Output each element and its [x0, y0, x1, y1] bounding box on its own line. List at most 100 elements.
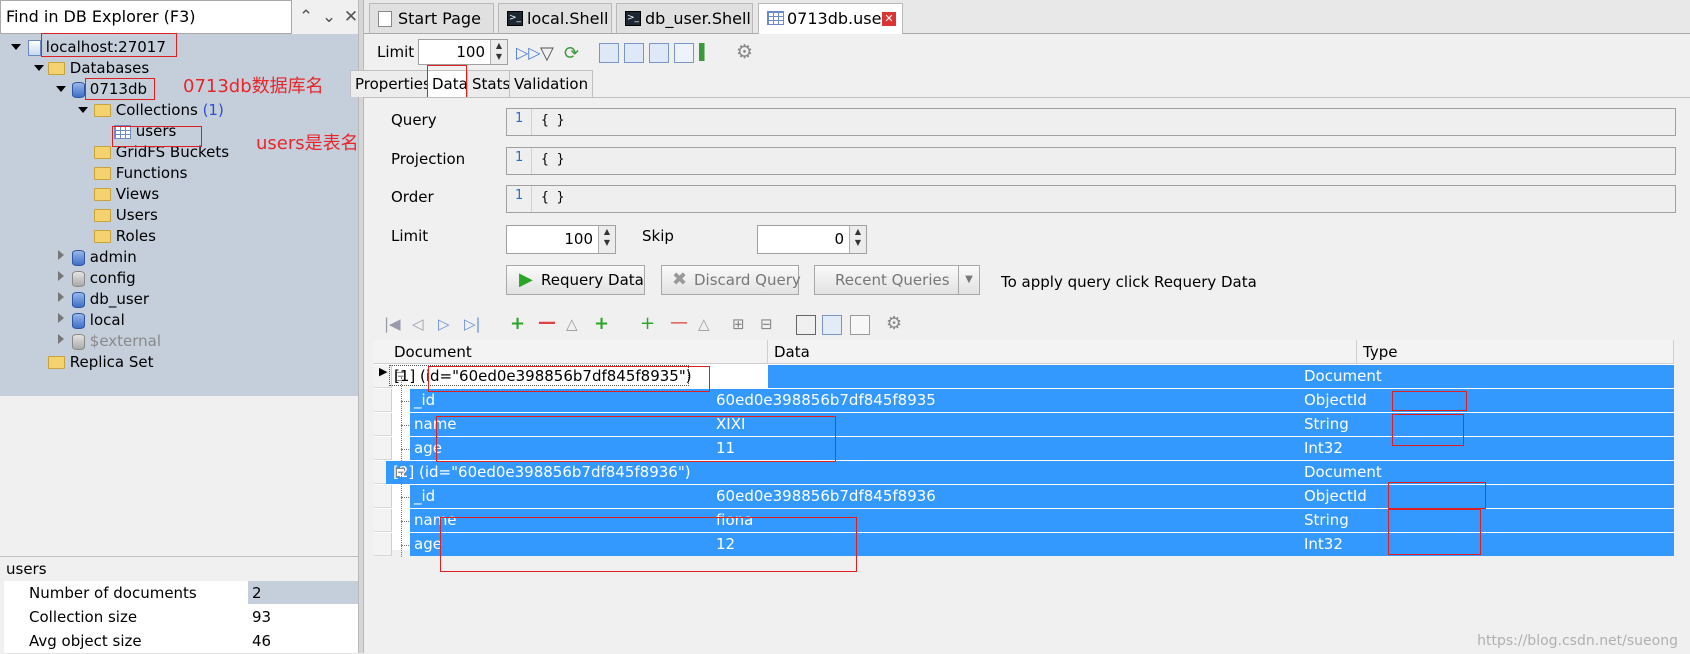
skip-stepper[interactable]: 0 ▲ ▼: [757, 225, 867, 254]
field-row[interactable]: name fiona String: [374, 509, 1674, 533]
index-icon[interactable]: [699, 43, 717, 61]
dropdown-arrow-icon[interactable]: ▼: [958, 266, 979, 294]
edit-field-icon[interactable]: △: [698, 315, 716, 333]
order-editor[interactable]: 1 { }: [506, 185, 1676, 213]
recent-queries-button[interactable]: Recent Queries ▼: [814, 265, 980, 295]
text-view-icon[interactable]: [850, 315, 870, 335]
tree-node-external[interactable]: $external: [72, 330, 161, 352]
type-cell[interactable]: Int32: [1304, 533, 1343, 556]
document-cell[interactable]: name: [410, 413, 457, 436]
copy-icon[interactable]: [649, 43, 669, 63]
table-view-icon[interactable]: [822, 315, 842, 335]
field-row[interactable]: age 12 Int32: [374, 533, 1674, 557]
stepper-arrows-icon[interactable]: ▲ ▼: [598, 226, 615, 253]
tab-data[interactable]: Data: [427, 70, 473, 97]
row-marker[interactable]: [374, 485, 392, 508]
collapse-all-icon[interactable]: ⊟: [760, 315, 778, 333]
query-limit-stepper[interactable]: 100 ▲ ▼: [506, 225, 616, 254]
filter-icon[interactable]: ▽: [540, 43, 558, 64]
export-icon[interactable]: [624, 43, 644, 63]
tab-db-user-shell[interactable]: >_ db_user.Shell: [616, 3, 753, 33]
chevron-up-icon[interactable]: ⌃: [295, 2, 317, 32]
add-icon[interactable]: +: [510, 315, 528, 333]
data-cell[interactable]: 60ed0e398856b7df845f8936: [716, 485, 936, 508]
column-header-document[interactable]: Document: [374, 340, 768, 364]
tree-node-users[interactable]: Users: [94, 204, 158, 226]
tree-node-roles[interactable]: Roles: [94, 225, 156, 247]
tree-node-databases[interactable]: Databases: [48, 57, 149, 79]
tab-validation[interactable]: Validation: [509, 70, 594, 97]
tab-local-shell[interactable]: >_ local.Shell: [498, 3, 612, 33]
expand-admin-icon[interactable]: [58, 250, 64, 260]
row-marker[interactable]: [374, 509, 392, 532]
projection-editor[interactable]: 1 { }: [506, 147, 1676, 175]
chevron-down-icon[interactable]: ⌄: [318, 2, 340, 32]
expand-config-icon[interactable]: [58, 271, 64, 281]
remove-icon[interactable]: —: [538, 314, 556, 333]
document-cell[interactable]: age: [410, 533, 442, 556]
tab-properties[interactable]: Properties: [350, 70, 436, 97]
find-in-explorer-input[interactable]: Find in DB Explorer (F3): [0, 0, 292, 34]
row-marker[interactable]: [374, 533, 392, 556]
expand-collections-icon[interactable]: [78, 107, 88, 113]
data-cell[interactable]: fiona: [716, 509, 753, 532]
expand-external-icon[interactable]: [58, 334, 64, 344]
refresh-icon[interactable]: ⟳: [564, 43, 582, 64]
type-cell[interactable]: Document: [1304, 461, 1382, 484]
insert-field-icon[interactable]: +: [640, 315, 658, 333]
discard-query-button[interactable]: ✖ Discard Query: [661, 265, 801, 295]
stepper-arrows-icon[interactable]: ▲ ▼: [490, 40, 507, 64]
data-cell[interactable]: 60ed0e398856b7df845f8935: [716, 389, 936, 412]
stepper-arrows-icon[interactable]: ▲ ▼: [849, 226, 866, 253]
tree-node-0713db[interactable]: 0713db: [72, 78, 147, 100]
limit-stepper[interactable]: 100 ▲ ▼: [418, 39, 508, 65]
tree-node-local[interactable]: local: [72, 309, 125, 331]
field-row[interactable]: _id 60ed0e398856b7df845f8936 ObjectId: [374, 485, 1674, 509]
type-cell[interactable]: String: [1304, 509, 1349, 532]
last-page-icon[interactable]: ▷|: [464, 315, 482, 333]
type-cell[interactable]: ObjectId: [1304, 389, 1367, 412]
delete-field-icon[interactable]: —: [670, 314, 688, 333]
document-cell[interactable]: _id: [410, 485, 435, 508]
tree-node-db-user[interactable]: db_user: [72, 288, 149, 310]
data-cell[interactable]: XIXI: [716, 413, 745, 436]
tab-0713db-users[interactable]: 0713db.users ✕: [758, 3, 903, 35]
document-row[interactable]: − [2] (id="60ed0e398856b7df845f8936") Docu…: [374, 461, 1674, 485]
tree-node-config[interactable]: config: [72, 267, 136, 289]
tree-view-icon[interactable]: [796, 315, 816, 335]
add-child-icon[interactable]: +: [594, 315, 612, 333]
data-cell[interactable]: 12: [716, 533, 735, 556]
field-row[interactable]: age 11 Int32: [374, 437, 1674, 461]
column-header-type[interactable]: Type: [1357, 340, 1674, 364]
document-cell[interactable]: _id: [410, 389, 435, 412]
query-editor[interactable]: 1 { }: [506, 108, 1676, 136]
tree-node-server[interactable]: localhost:27017: [28, 36, 166, 58]
previous-page-icon[interactable]: ◁: [412, 315, 430, 333]
type-cell[interactable]: Int32: [1304, 437, 1343, 460]
expand-db-user-icon[interactable]: [58, 292, 64, 302]
document-cell[interactable]: age: [410, 437, 442, 460]
document-cell[interactable]: [1] (id="60ed0e398856b7df845f8935"): [389, 365, 692, 386]
tree-node-gridfs[interactable]: GridFS Buckets: [94, 141, 229, 163]
column-header-data[interactable]: Data: [768, 340, 1357, 364]
tab-start-page[interactable]: Start Page: [369, 3, 494, 33]
field-row[interactable]: name XIXI String: [374, 413, 1674, 437]
expand-all-icon[interactable]: ⊞: [732, 315, 750, 333]
field-row[interactable]: _id 60ed0e398856b7df845f8935 ObjectId: [374, 389, 1674, 413]
tree-node-replica-set[interactable]: Replica Set: [48, 351, 153, 373]
expand-db-icon[interactable]: [56, 86, 66, 92]
row-marker[interactable]: [374, 389, 392, 412]
document-cell[interactable]: [2] (id="60ed0e398856b7df845f8936"): [389, 461, 691, 484]
type-cell[interactable]: String: [1304, 413, 1349, 436]
requery-data-button[interactable]: ▶ Requery Data: [506, 265, 645, 295]
close-tab-icon[interactable]: ✕: [882, 12, 896, 26]
tree-node-users-collection[interactable]: users: [114, 120, 176, 142]
expand-server-icon[interactable]: [11, 44, 21, 50]
expand-databases-icon[interactable]: [34, 65, 44, 71]
import-icon[interactable]: [599, 43, 619, 63]
gear-icon[interactable]: ⚙: [736, 43, 754, 62]
expand-local-icon[interactable]: [58, 313, 64, 323]
type-cell[interactable]: Document: [1304, 365, 1382, 388]
document-icon[interactable]: [674, 43, 694, 63]
tree-node-functions[interactable]: Functions: [94, 162, 187, 184]
